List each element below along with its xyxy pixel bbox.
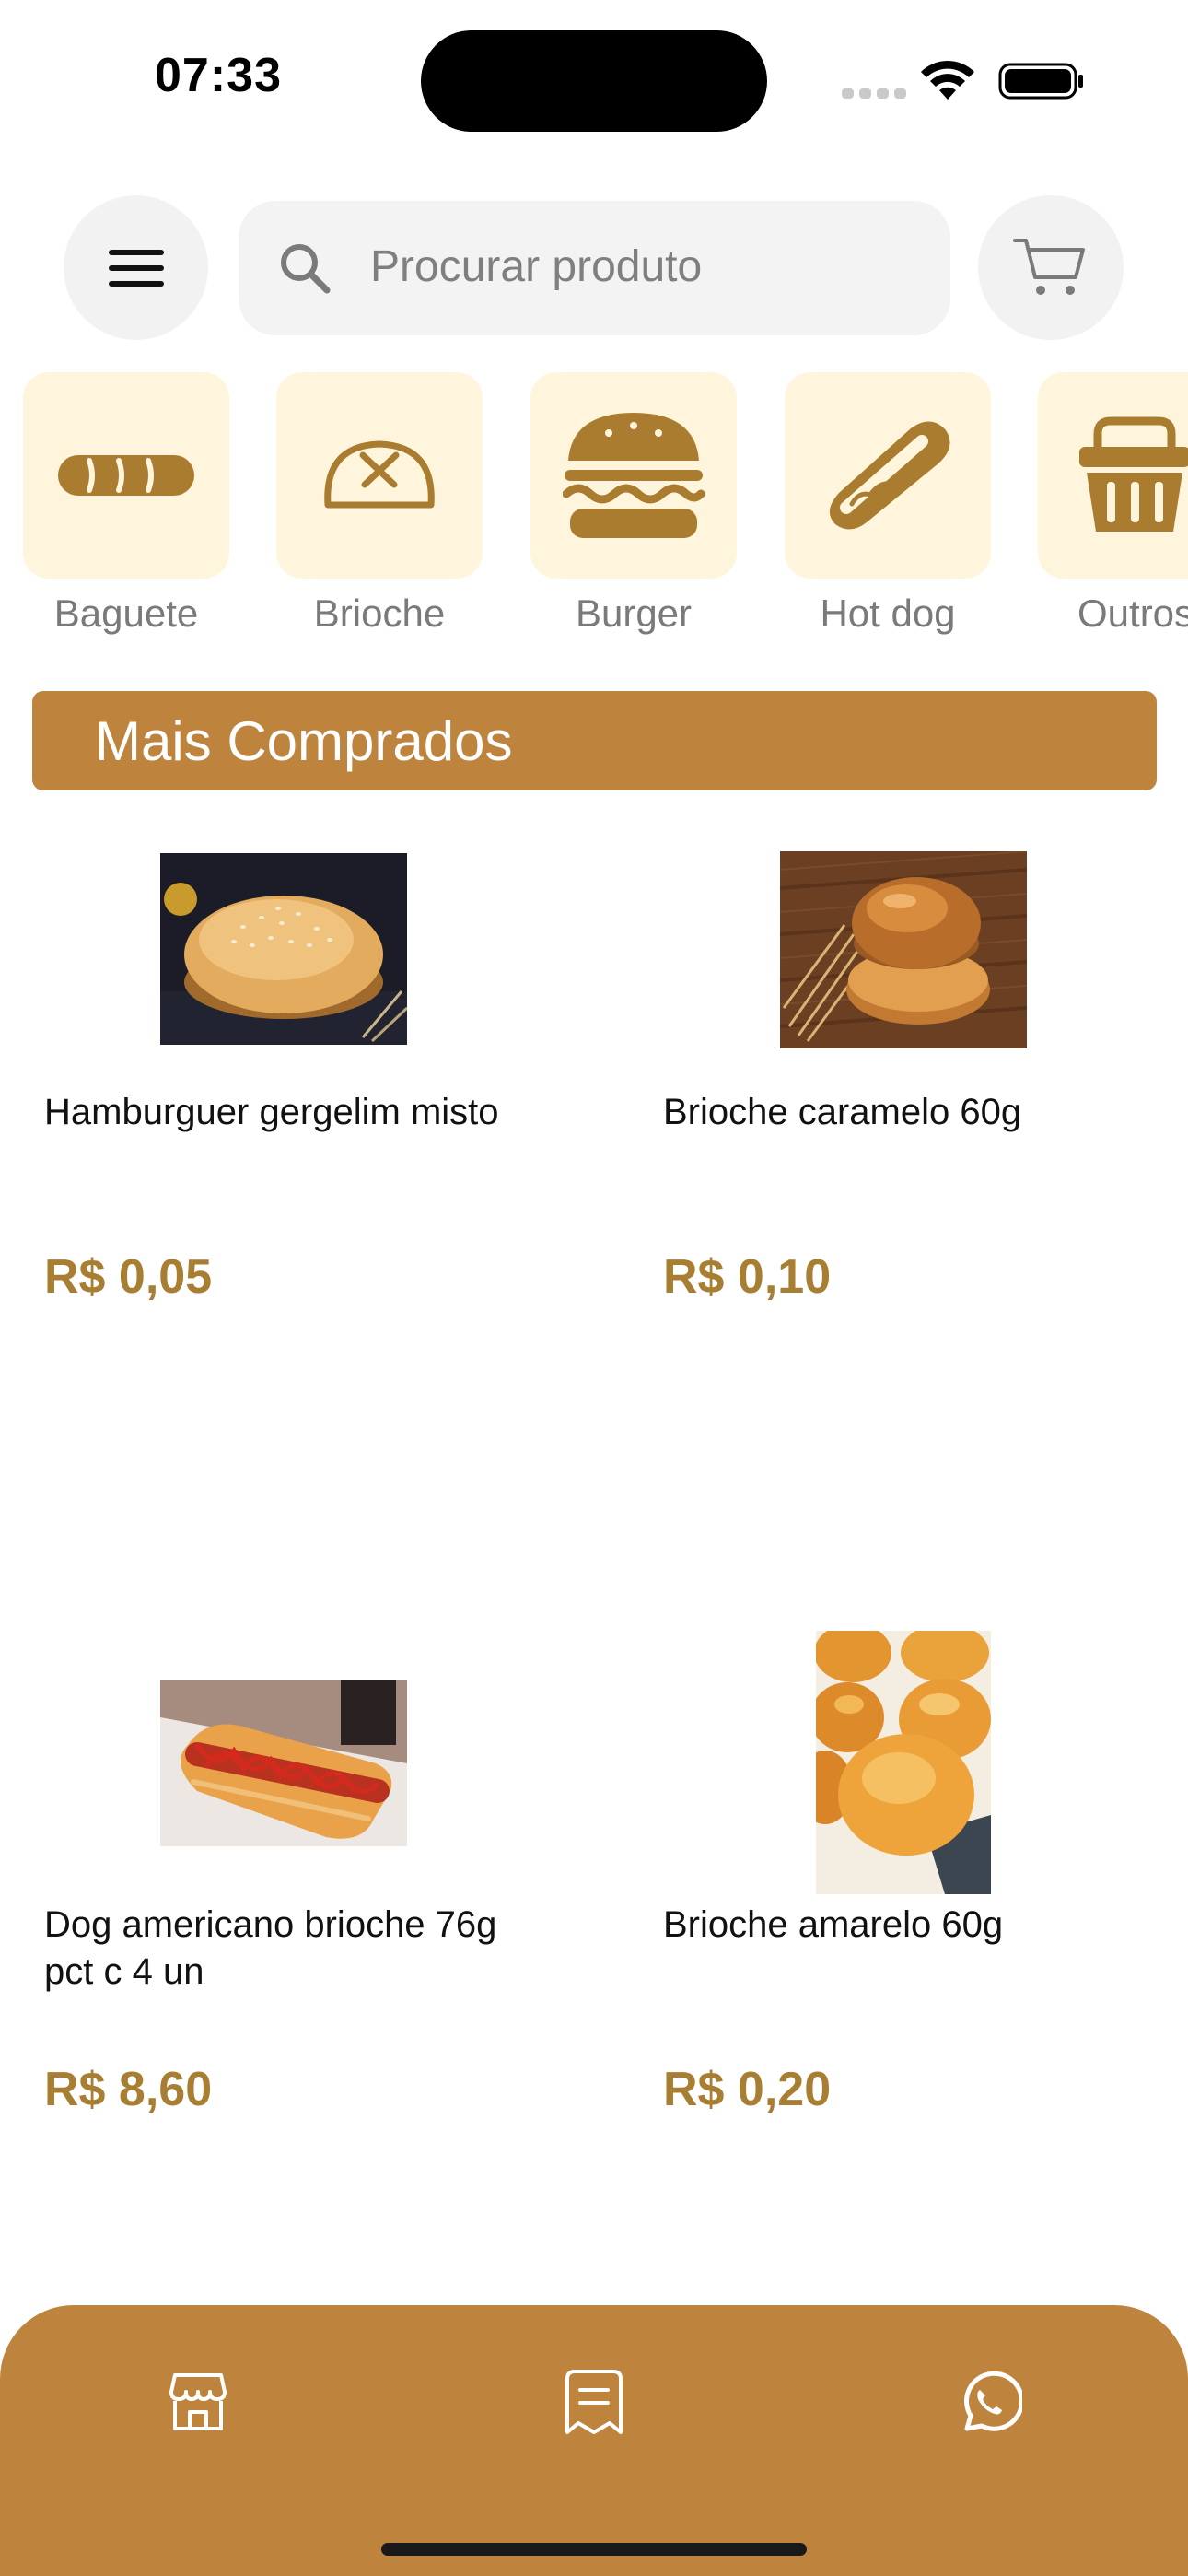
category-label: Brioche <box>313 591 446 635</box>
product-price: R$ 0,10 <box>663 1250 832 1304</box>
cart-icon <box>1013 238 1085 295</box>
product-card[interactable]: Dog americano brioche 76g pct c 4 un R$ … <box>44 1631 615 2147</box>
basket-icon <box>1079 416 1188 532</box>
cellular-signal-icon <box>842 88 906 99</box>
wifi-icon <box>921 60 974 100</box>
whatsapp-icon <box>964 2371 1022 2431</box>
category-baguete[interactable]: Baguete <box>23 372 229 636</box>
bottom-navigation <box>0 2305 1188 2576</box>
battery-icon <box>998 63 1083 100</box>
section-title: Mais Comprados <box>95 710 513 772</box>
product-card[interactable]: Hamburguer gergelim misto R$ 0,05 <box>44 848 615 1327</box>
category-label: Baguete <box>53 591 199 635</box>
product-card[interactable]: Brioche caramelo 60g R$ 0,10 <box>663 848 1188 1327</box>
product-image[interactable] <box>816 1631 991 1894</box>
product-name: Brioche amarelo 60g <box>663 1904 1004 1945</box>
category-hot-dog[interactable]: Hot dog <box>785 372 991 636</box>
nav-whatsapp-button[interactable] <box>949 2360 1031 2443</box>
category-tile[interactable] <box>530 372 737 579</box>
burger-icon <box>563 413 705 538</box>
brioche-icon <box>324 440 435 509</box>
hotdog-brioche-photo <box>160 1680 407 1846</box>
menu-button[interactable] <box>64 195 208 340</box>
category-tile[interactable] <box>23 372 229 579</box>
category-tile[interactable] <box>1038 372 1188 579</box>
search-icon <box>281 244 331 294</box>
section-header: Mais Comprados <box>32 691 1157 790</box>
orders-receipt-icon <box>565 2370 623 2434</box>
product-card[interactable]: Brioche amarelo 60g R$ 0,20 <box>663 1631 1188 2147</box>
product-image[interactable] <box>160 853 407 1045</box>
product-name: Hamburguer gergelim misto <box>44 1092 499 1132</box>
dynamic-island <box>421 30 767 132</box>
baguette-icon <box>58 455 194 496</box>
category-label: Outros <box>1077 591 1188 635</box>
category-label: Burger <box>575 591 693 635</box>
status-time: 07:33 <box>155 49 282 102</box>
search-input[interactable]: Procurar produto <box>370 241 702 292</box>
brioche-yellow-photo <box>816 1631 991 1894</box>
product-price: R$ 0,20 <box>663 2063 832 2116</box>
brioche-caramel-photo <box>780 851 1027 1048</box>
hamburger-menu-icon <box>108 249 164 287</box>
sesame-burger-bun-photo <box>160 853 407 1045</box>
product-name: Brioche caramelo 60g <box>663 1092 1022 1132</box>
product-image[interactable] <box>160 1680 407 1846</box>
product-price: R$ 0,05 <box>44 1250 213 1304</box>
category-tile[interactable] <box>785 372 991 579</box>
hotdog-icon <box>829 421 950 530</box>
store-icon <box>169 2373 227 2430</box>
category-burger[interactable]: Burger <box>530 372 737 636</box>
category-label: Hot dog <box>820 591 956 635</box>
nav-store-button[interactable] <box>157 2360 239 2443</box>
category-outros[interactable]: Outros <box>1038 372 1188 636</box>
home-indicator <box>381 2543 807 2556</box>
search-bar[interactable]: Procurar produto <box>239 201 950 335</box>
product-price: R$ 8,60 <box>44 2063 213 2116</box>
product-name: Dog americano brioche 76g pct c 4 un <box>44 1904 497 1992</box>
app-screen: 07:33 Procurar produto Baguete Brioche B… <box>0 0 1188 2576</box>
cart-button[interactable] <box>978 195 1124 340</box>
product-image[interactable] <box>780 851 1027 1048</box>
nav-orders-button[interactable] <box>553 2360 635 2443</box>
category-brioche[interactable]: Brioche <box>276 372 483 636</box>
category-tile[interactable] <box>276 372 483 579</box>
